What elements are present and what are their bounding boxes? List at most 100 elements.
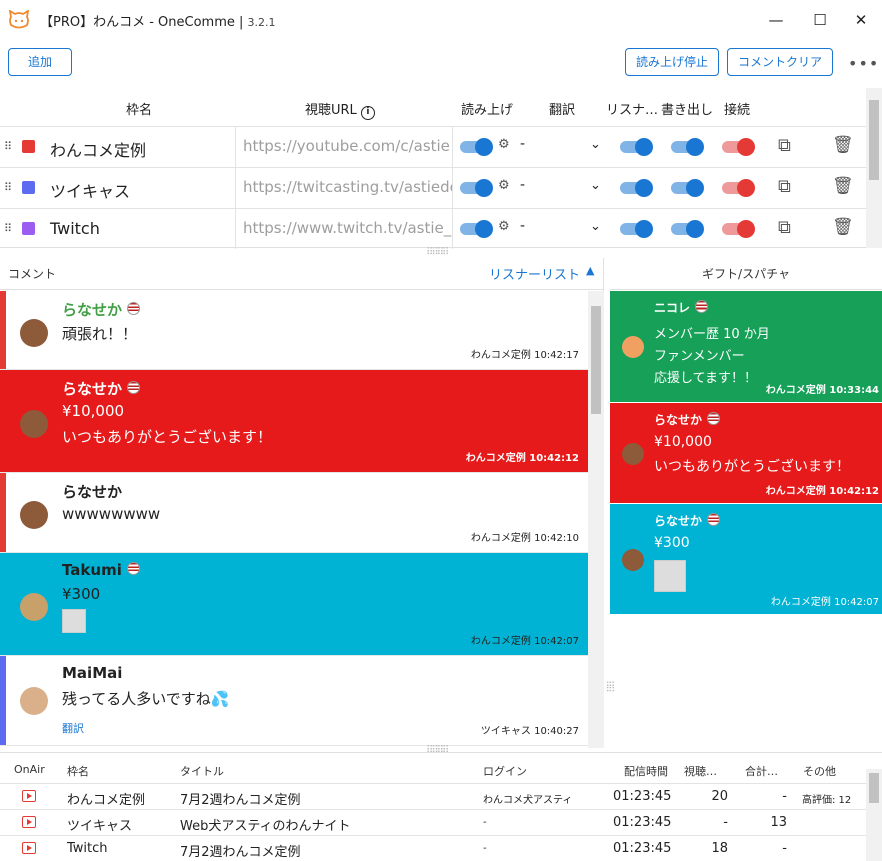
chevron-down-icon[interactable]: ⌄ — [590, 219, 601, 234]
comment-meta: わんコメ定例 10:42:07 — [471, 632, 579, 647]
broadcast-row: わんコメ定例 7月2週わんコメ定例 わんコメ犬アスティ 01:23:45 20 - 高評価:… — [0, 783, 866, 809]
gift-text: メンバー歴 10 か月 — [654, 327, 770, 342]
us-flag-icon — [126, 562, 140, 575]
collapse-triangle-icon[interactable]: ▲ — [586, 264, 594, 277]
us-flag-icon — [707, 412, 721, 425]
frame-name[interactable]: わんコメ定例 — [50, 137, 146, 161]
comment-card: Takumi ¥300 わんコメ定例 10:42:07 — [0, 553, 588, 656]
frame-name[interactable]: Twitch — [50, 219, 100, 238]
write-toggle[interactable] — [671, 220, 704, 238]
read-toggle[interactable] — [460, 179, 493, 197]
scroll-thumb[interactable] — [869, 773, 879, 803]
frame-name[interactable]: ツイキャス — [50, 178, 130, 202]
frame-color-swatch[interactable] — [22, 140, 35, 153]
header-translate: 翻訳 — [549, 103, 576, 118]
onair-icon[interactable] — [22, 816, 36, 828]
horizontal-splitter[interactable]: ⠿⠿⠿⠿ — [426, 247, 449, 258]
broadcast-title: 7月2週わんコメ定例 — [180, 845, 301, 860]
trash-icon[interactable]: 🗑 — [832, 135, 854, 155]
comment-source: ツイキャス — [480, 726, 531, 737]
gear-icon[interactable]: ⚙ — [498, 219, 510, 234]
broadcast-name: ツイキャス — [67, 819, 133, 834]
comment-source: わんコメ定例 — [465, 453, 526, 464]
minimize-button[interactable]: — — [766, 10, 786, 30]
frame-color-swatch[interactable] — [22, 222, 35, 235]
gift-text: ¥300 — [654, 535, 690, 551]
maximize-button[interactable]: ☐ — [810, 10, 830, 30]
open-external-icon[interactable]: ⧉ — [778, 176, 791, 197]
commenter-name[interactable]: らなせか — [62, 481, 122, 502]
app-logo-icon — [8, 10, 30, 29]
write-toggle[interactable] — [671, 179, 704, 197]
scroll-thumb[interactable] — [869, 100, 879, 180]
trash-icon[interactable]: 🗑 — [832, 176, 854, 196]
frame-row: ⠿ ツイキャス https://twitcasting.tv/astiedog … — [0, 167, 866, 208]
chevron-down-icon[interactable]: ⌄ — [590, 178, 601, 193]
more-menu-icon[interactable]: ••• — [848, 54, 879, 73]
comment-color-bar — [0, 291, 6, 369]
connect-toggle[interactable] — [722, 138, 755, 156]
commenter-name[interactable]: らなせか — [62, 378, 141, 399]
commenter-name[interactable]: Takumi — [62, 561, 140, 579]
gear-icon[interactable]: ⚙ — [498, 178, 510, 193]
comment-time: 10:42:17 — [534, 350, 579, 361]
comment-text: ¥300 — [62, 585, 101, 603]
avatar — [622, 336, 644, 358]
info-icon[interactable]: i — [360, 106, 375, 120]
header-write: 書き出し — [661, 103, 714, 118]
broadcast-total: 13 — [770, 815, 787, 830]
listener-toggle[interactable] — [620, 179, 653, 197]
onair-icon[interactable] — [22, 842, 36, 854]
gear-icon[interactable]: ⚙ — [498, 137, 510, 152]
broadcast-total: - — [782, 789, 787, 804]
write-toggle[interactable] — [671, 138, 704, 156]
commenter-name[interactable]: MaiMai — [62, 664, 122, 682]
frames-scrollbar[interactable] — [866, 88, 882, 248]
scroll-thumb[interactable] — [591, 306, 601, 414]
open-external-icon[interactable]: ⧉ — [778, 135, 791, 156]
commenter-name[interactable]: らなせか — [62, 299, 141, 320]
broadcast-login: - — [483, 843, 487, 854]
listener-toggle[interactable] — [620, 138, 653, 156]
chevron-down-icon[interactable]: ⌄ — [590, 137, 601, 152]
comments-scrollbar[interactable] — [588, 291, 604, 748]
broadcast-scrollbar[interactable] — [866, 769, 882, 861]
avatar — [20, 409, 48, 438]
us-flag-icon — [127, 381, 141, 394]
comment-source: わんコメ定例 — [470, 636, 531, 647]
trash-icon[interactable]: 🗑 — [832, 217, 854, 237]
translate-select[interactable]: - — [520, 218, 525, 234]
translate-link[interactable]: 翻訳 — [62, 720, 84, 736]
avatar — [20, 318, 48, 347]
read-toggle[interactable] — [460, 138, 493, 156]
header-duration: 配信時間 — [624, 765, 668, 778]
listener-toggle[interactable] — [620, 220, 653, 238]
gifts-header: ギフト/スパチャ — [610, 258, 882, 290]
header-url-label: 視聴URL — [305, 103, 357, 118]
clear-comments-button[interactable]: コメントクリア — [727, 48, 833, 76]
frame-color-swatch[interactable] — [22, 181, 35, 194]
read-toggle[interactable] — [460, 220, 493, 238]
stop-reading-button[interactable]: 読み上げ停止 — [625, 48, 719, 76]
frame-url-input[interactable]: https://twitcasting.tv/astiedog — [235, 168, 453, 208]
onair-icon[interactable] — [22, 790, 36, 802]
connect-toggle[interactable] — [722, 179, 755, 197]
gifter-name[interactable]: らなせか — [654, 512, 721, 529]
header-viewers: 視聴… — [684, 765, 717, 778]
translate-select[interactable]: - — [520, 177, 525, 193]
frame-url-input[interactable]: https://youtube.com/c/astie — [235, 127, 453, 167]
gifter-name[interactable]: らなせか — [654, 411, 721, 428]
close-button[interactable]: ✕ — [851, 10, 871, 30]
comment-text: wwwwwwww — [62, 505, 161, 523]
add-frame-button[interactable]: 追加 — [8, 48, 72, 76]
gifter-name[interactable]: ニコレ — [654, 299, 709, 316]
drag-handle-icon[interactable]: ⠿ — [4, 140, 12, 153]
drag-handle-icon[interactable]: ⠿ — [4, 222, 12, 235]
comment-time: 10:40:27 — [534, 726, 579, 737]
frame-url-input[interactable]: https://www.twitch.tv/astie_dog — [235, 209, 453, 249]
connect-toggle[interactable] — [722, 220, 755, 238]
translate-select[interactable]: - — [520, 136, 525, 152]
drag-handle-icon[interactable]: ⠿ — [4, 181, 12, 194]
listener-list-link[interactable]: リスナーリスト — [489, 264, 580, 283]
open-external-icon[interactable]: ⧉ — [778, 217, 791, 238]
